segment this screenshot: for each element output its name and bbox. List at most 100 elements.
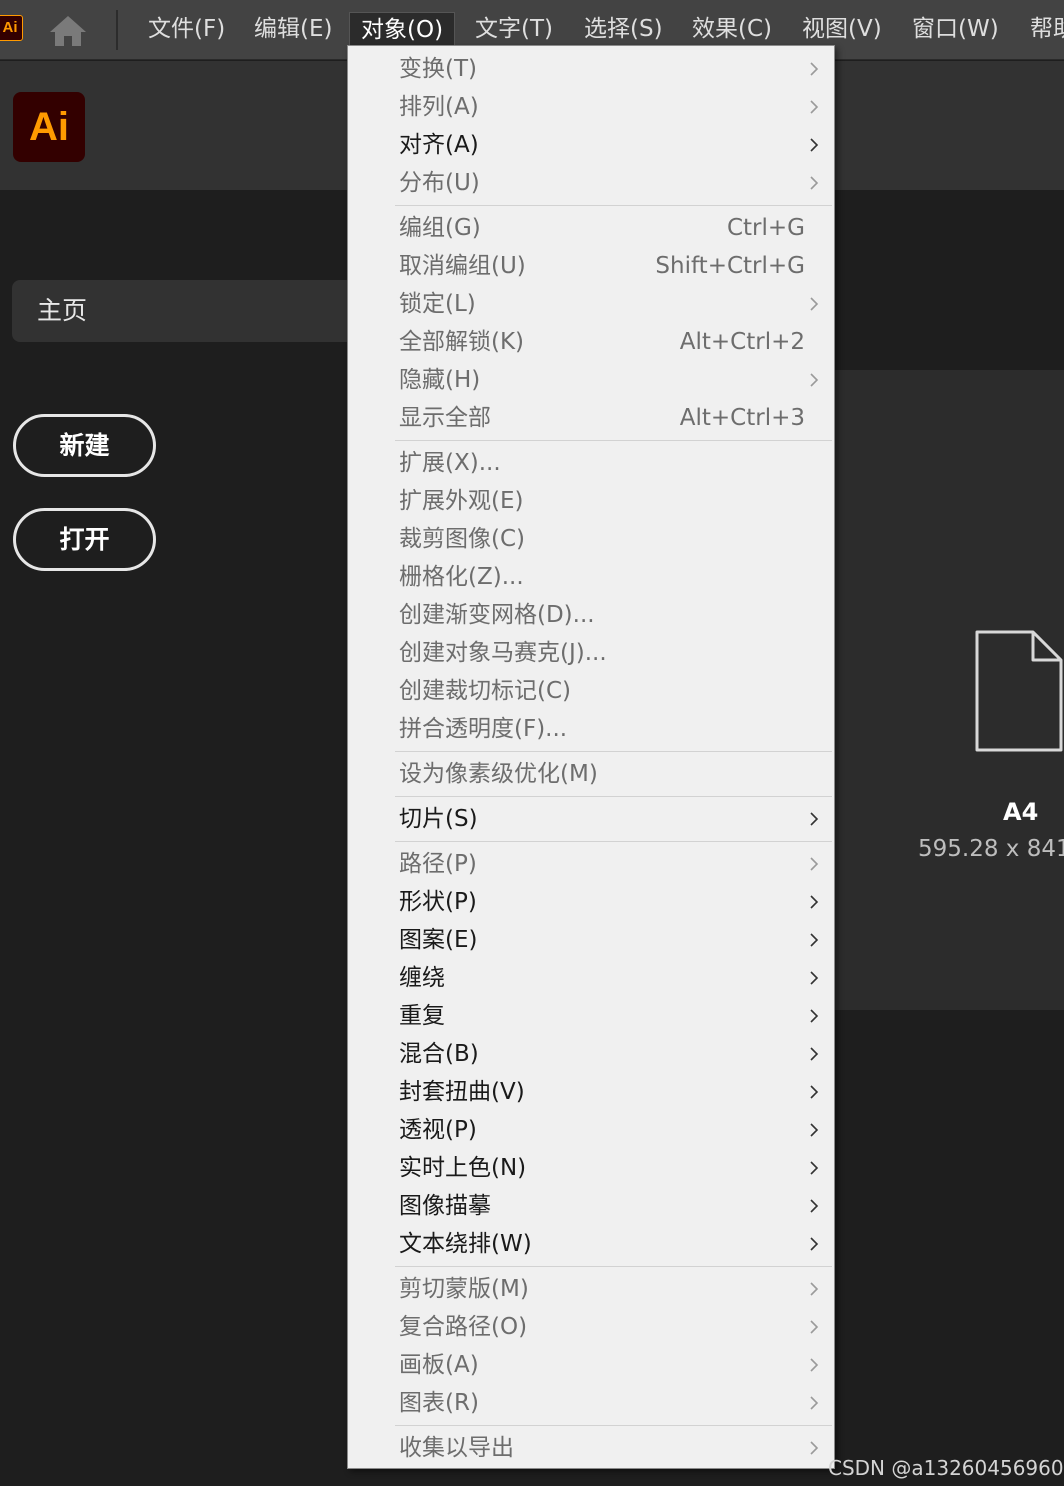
menu-item-label: 显示全部: [399, 405, 491, 431]
menu-window[interactable]: 窗口(W): [912, 12, 999, 46]
menu-item-label: 剪切蒙版(M): [399, 1276, 529, 1302]
menu-item[interactable]: 重复: [348, 997, 834, 1035]
new-button[interactable]: 新建: [13, 414, 156, 477]
menu-edit[interactable]: 编辑(E): [254, 12, 332, 46]
chevron-right-icon: [810, 176, 819, 190]
menu-item[interactable]: 扩展外观(E): [348, 482, 834, 520]
menu-item-label: 透视(P): [399, 1117, 477, 1143]
menu-type[interactable]: 文字(T): [475, 12, 553, 46]
menu-item-label: 文本绕排(W): [399, 1231, 532, 1257]
chevron-right-icon: [810, 1396, 819, 1410]
menu-item[interactable]: 创建对象马赛克(J)...: [348, 634, 834, 672]
menu-item[interactable]: 排列(A): [348, 88, 834, 126]
menu-item[interactable]: 复合路径(O): [348, 1308, 834, 1346]
chevron-right-icon: [810, 1047, 819, 1061]
menu-item[interactable]: 图像描摹: [348, 1187, 834, 1225]
menu-separator: [395, 1425, 832, 1426]
watermark: CSDN @a13260456960: [828, 1456, 1064, 1480]
menu-select[interactable]: 选择(S): [584, 12, 663, 46]
menu-help[interactable]: 帮助: [1030, 12, 1064, 46]
menu-object[interactable]: 对象(O): [349, 12, 456, 46]
menu-separator: [395, 751, 832, 752]
menu-item[interactable]: 拼合透明度(F)...: [348, 710, 834, 748]
app-icon[interactable]: Ai: [0, 15, 23, 41]
menu-item-shortcut: Alt+Ctrl+2: [679, 329, 805, 355]
menu-item[interactable]: 缠绕: [348, 959, 834, 997]
chevron-right-icon: [810, 62, 819, 76]
chevron-right-icon: [810, 857, 819, 871]
open-button[interactable]: 打开: [13, 508, 156, 571]
menu-item[interactable]: 透视(P): [348, 1111, 834, 1149]
menu-file[interactable]: 文件(F): [148, 12, 225, 46]
menu-item[interactable]: 混合(B): [348, 1035, 834, 1073]
menu-item[interactable]: 创建裁切标记(C): [348, 672, 834, 710]
chevron-right-icon: [810, 1237, 819, 1251]
menu-item-label: 图表(R): [399, 1390, 479, 1416]
menu-item[interactable]: 对齐(A): [348, 126, 834, 164]
menu-item-label: 拼合透明度(F)...: [399, 716, 568, 742]
chevron-right-icon: [810, 100, 819, 114]
menu-item-label: 栅格化(Z)...: [399, 564, 524, 590]
sidebar-item-home[interactable]: 主页: [12, 280, 362, 342]
menu-item-label: 实时上色(N): [399, 1155, 527, 1181]
menu-item-label: 形状(P): [399, 889, 477, 915]
chevron-right-icon: [810, 895, 819, 909]
menu-item-label: 排列(A): [399, 94, 479, 120]
menu-item[interactable]: 图案(E): [348, 921, 834, 959]
menu-effect[interactable]: 效果(C): [692, 12, 772, 46]
menu-item-label: 封套扭曲(V): [399, 1079, 525, 1105]
menu-item[interactable]: 形状(P): [348, 883, 834, 921]
menu-item[interactable]: 收集以导出: [348, 1429, 834, 1467]
menu-item-label: 画板(A): [399, 1352, 479, 1378]
menu-item[interactable]: 图表(R): [348, 1384, 834, 1422]
chevron-right-icon: [810, 812, 819, 826]
illustrator-logo: Ai: [13, 92, 85, 162]
menu-separator: [395, 796, 832, 797]
menu-item[interactable]: 封套扭曲(V): [348, 1073, 834, 1111]
menu-separator: [395, 440, 832, 441]
menu-item-label: 锁定(L): [399, 291, 476, 317]
chevron-right-icon: [810, 1123, 819, 1137]
menu-item[interactable]: 隐藏(H): [348, 361, 834, 399]
menu-item[interactable]: 显示全部 Alt+Ctrl+3: [348, 399, 834, 437]
chevron-right-icon: [810, 1358, 819, 1372]
menu-item[interactable]: 切片(S): [348, 800, 834, 838]
menu-item[interactable]: 剪切蒙版(M): [348, 1270, 834, 1308]
menu-item[interactable]: 画板(A): [348, 1346, 834, 1384]
chevron-right-icon: [810, 933, 819, 947]
menu-item[interactable]: 分布(U): [348, 164, 834, 202]
home-icon[interactable]: [48, 12, 88, 48]
menu-item[interactable]: 变换(T): [348, 50, 834, 88]
menu-item-label: 创建裁切标记(C): [399, 678, 572, 704]
menu-view[interactable]: 视图(V): [802, 12, 882, 46]
menu-separator: [395, 1266, 832, 1267]
chevron-right-icon: [810, 297, 819, 311]
menu-item-label: 分布(U): [399, 170, 480, 196]
preset-name: A4: [1003, 798, 1039, 826]
menu-item[interactable]: 编组(G) Ctrl+G: [348, 209, 834, 247]
menu-item[interactable]: 文本绕排(W): [348, 1225, 834, 1263]
chevron-right-icon: [810, 138, 819, 152]
menu-item[interactable]: 锁定(L): [348, 285, 834, 323]
menu-separator: [395, 841, 832, 842]
menu-item-label: 图案(E): [399, 927, 478, 953]
menu-item-label: 全部解锁(K): [399, 329, 525, 355]
menu-item[interactable]: 取消编组(U) Shift+Ctrl+G: [348, 247, 834, 285]
menu-item[interactable]: 实时上色(N): [348, 1149, 834, 1187]
menu-item[interactable]: 栅格化(Z)...: [348, 558, 834, 596]
menu-item[interactable]: 创建渐变网格(D)...: [348, 596, 834, 634]
menu-item[interactable]: 设为像素级优化(M): [348, 755, 834, 793]
chevron-right-icon: [810, 1441, 819, 1455]
menu-item-label: 复合路径(O): [399, 1314, 528, 1340]
menu-item[interactable]: 扩展(X)...: [348, 444, 834, 482]
chevron-right-icon: [810, 373, 819, 387]
menu-item-label: 收集以导出: [399, 1435, 514, 1461]
menu-item-label: 扩展外观(E): [399, 488, 524, 514]
menu-item[interactable]: 路径(P): [348, 845, 834, 883]
menubar-divider: [116, 10, 118, 50]
menu-item[interactable]: 裁剪图像(C): [348, 520, 834, 558]
menu-item-label: 隐藏(H): [399, 367, 481, 393]
menu-item-label: 对齐(A): [399, 132, 479, 158]
menu-item-label: 创建对象马赛克(J)...: [399, 640, 607, 666]
menu-item[interactable]: 全部解锁(K) Alt+Ctrl+2: [348, 323, 834, 361]
